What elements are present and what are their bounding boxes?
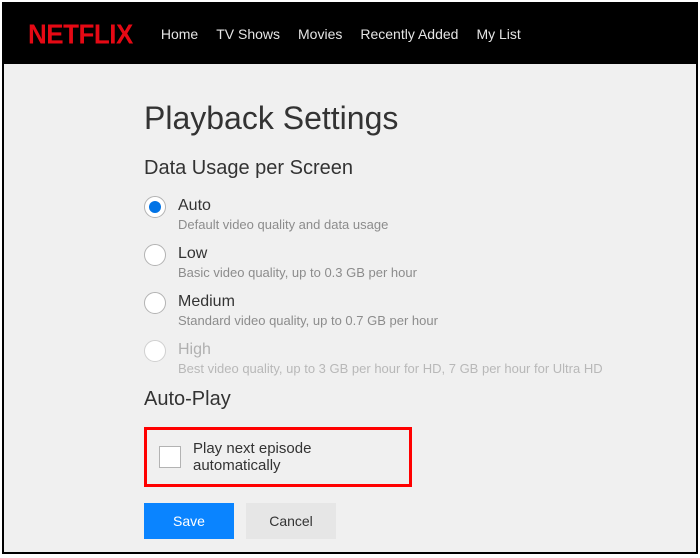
- option-medium-label: Medium: [178, 293, 438, 311]
- option-low-desc: Basic video quality, up to 0.3 GB per ho…: [178, 265, 417, 280]
- data-usage-options: Auto Default video quality and data usag…: [144, 196, 696, 376]
- cancel-button[interactable]: Cancel: [246, 503, 336, 539]
- page-title: Playback Settings: [144, 100, 696, 137]
- nav-links: Home TV Shows Movies Recently Added My L…: [161, 26, 521, 42]
- option-medium-desc: Standard video quality, up to 0.7 GB per…: [178, 313, 438, 328]
- option-auto: Auto Default video quality and data usag…: [144, 196, 696, 232]
- radio-low[interactable]: [144, 244, 166, 266]
- action-buttons: Save Cancel: [144, 503, 696, 539]
- netflix-logo: NETFLIX: [28, 18, 133, 51]
- save-button[interactable]: Save: [144, 503, 234, 539]
- autoplay-checkbox[interactable]: [159, 446, 181, 468]
- radio-high: [144, 340, 166, 362]
- radio-medium[interactable]: [144, 292, 166, 314]
- option-high: High Best video quality, up to 3 GB per …: [144, 340, 696, 376]
- option-high-desc: Best video quality, up to 3 GB per hour …: [178, 361, 603, 376]
- nav-movies[interactable]: Movies: [298, 26, 342, 42]
- option-medium: Medium Standard video quality, up to 0.7…: [144, 292, 696, 328]
- nav-home[interactable]: Home: [161, 26, 198, 42]
- option-high-label: High: [178, 341, 603, 359]
- nav-tv-shows[interactable]: TV Shows: [216, 26, 280, 42]
- data-usage-heading: Data Usage per Screen: [144, 157, 696, 180]
- nav-my-list[interactable]: My List: [476, 26, 520, 42]
- autoplay-heading: Auto-Play: [144, 388, 696, 411]
- radio-auto[interactable]: [144, 196, 166, 218]
- option-low-label: Low: [178, 245, 417, 263]
- option-auto-label: Auto: [178, 197, 388, 215]
- settings-content: Playback Settings Data Usage per Screen …: [4, 64, 696, 539]
- top-nav: NETFLIX Home TV Shows Movies Recently Ad…: [4, 4, 696, 64]
- autoplay-row-highlight: Play next episode automatically: [144, 427, 412, 487]
- autoplay-label: Play next episode automatically: [193, 440, 397, 474]
- nav-recently-added[interactable]: Recently Added: [360, 26, 458, 42]
- option-low: Low Basic video quality, up to 0.3 GB pe…: [144, 244, 696, 280]
- option-auto-desc: Default video quality and data usage: [178, 217, 388, 232]
